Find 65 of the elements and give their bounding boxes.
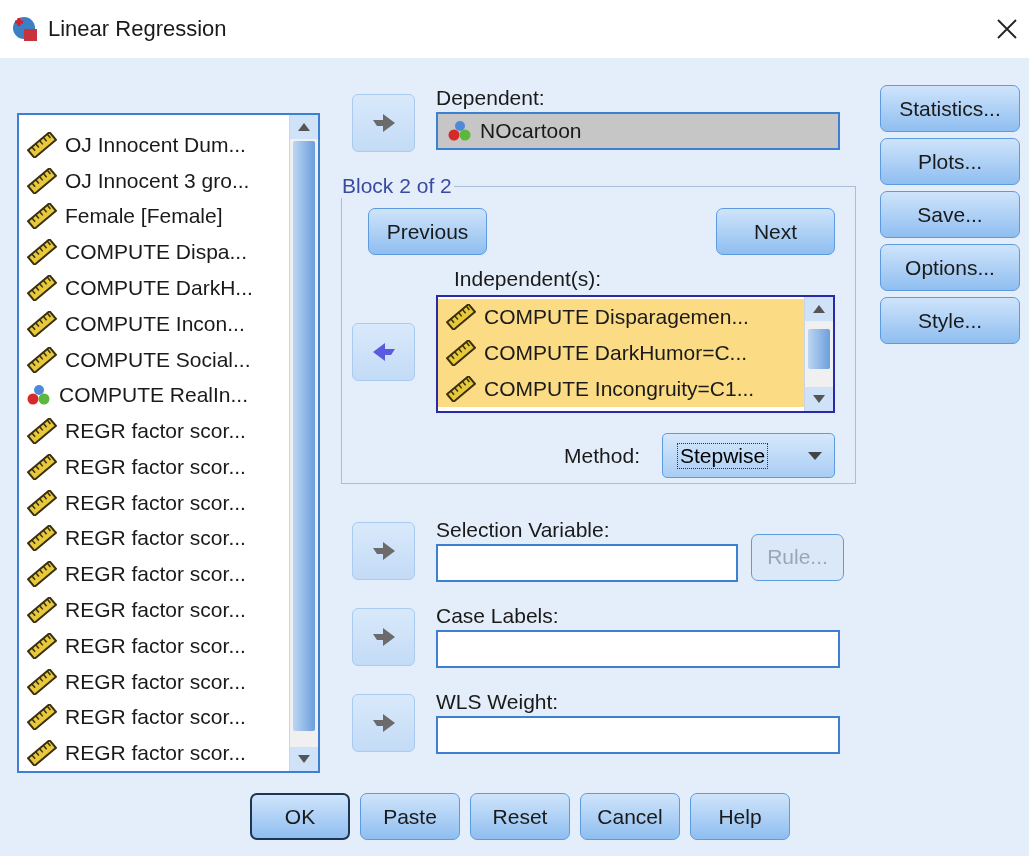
- down-arrow-icon: [298, 755, 310, 763]
- close-icon[interactable]: [997, 19, 1017, 39]
- variable-item[interactable]: COMPUTE DarkHumor=C...: [438, 335, 804, 371]
- variable-list[interactable]: [17, 113, 320, 773]
- variable-item[interactable]: COMPUTE Social...: [19, 341, 289, 378]
- independents-label: Independent(s):: [453, 267, 603, 291]
- variable-item[interactable]: COMPUTE Incongruity=C1...: [438, 371, 804, 407]
- variable-item[interactable]: COMPUTE RealIn...: [19, 377, 289, 414]
- variable-item[interactable]: REGR factor scor...: [19, 699, 289, 736]
- dependent-value: NOcartoon: [480, 119, 582, 143]
- three-balls-icon: [448, 120, 472, 142]
- independents-list[interactable]: COMPUTE Disparagemen... COMPUTE DarkHumor=C... COMPUTE Incongruity=C1...: [436, 295, 835, 413]
- move-arrow-button[interactable]: [352, 323, 415, 381]
- variable-item[interactable]: REGR factor scor...: [19, 449, 289, 485]
- field-label: Case Labels:: [436, 604, 560, 628]
- next-button[interactable]: Next: [716, 208, 835, 255]
- scrollbar[interactable]: [289, 115, 318, 771]
- variable-item[interactable]: COMPUTE Dispa...: [19, 234, 289, 271]
- window-title: Linear Regression: [48, 16, 228, 42]
- move-arrow-button[interactable]: [352, 608, 415, 666]
- app-icon: [12, 16, 38, 42]
- move-arrow-button[interactable]: [352, 94, 415, 152]
- side-button[interactable]: Plots...: [880, 138, 1020, 185]
- input-field[interactable]: [436, 716, 840, 754]
- three-balls-icon: [27, 384, 51, 407]
- variable-item[interactable]: COMPUTE DarkH...: [19, 270, 289, 306]
- side-button[interactable]: Options...: [880, 244, 1020, 291]
- down-arrow-icon: [813, 395, 825, 403]
- variable-item[interactable]: OJ Innocent 3 gro...: [19, 162, 289, 199]
- dialog-button[interactable]: Paste: [360, 793, 460, 840]
- caret-icon: [808, 451, 822, 460]
- variable-item[interactable]: REGR factor scor...: [19, 592, 289, 628]
- variable-item[interactable]: REGR factor scor...: [19, 520, 289, 557]
- side-button[interactable]: Save...: [880, 191, 1020, 238]
- move-arrow-button[interactable]: [352, 522, 415, 580]
- side-button[interactable]: Style...: [880, 297, 1020, 344]
- variable-item[interactable]: COMPUTE Disparagemen...: [438, 299, 804, 335]
- dependent-label: Dependent:: [436, 86, 546, 110]
- variable-item[interactable]: Female [Female]: [19, 198, 289, 235]
- up-arrow-icon: [813, 305, 825, 313]
- scrollbar[interactable]: [804, 297, 833, 411]
- variable-item[interactable]: REGR factor scor...: [19, 556, 289, 593]
- method-label: Method:: [564, 443, 640, 468]
- variable-item[interactable]: REGR factor scor...: [19, 663, 289, 700]
- block-title: Block 2 of 2: [341, 174, 453, 198]
- dialog-button[interactable]: OK: [250, 793, 350, 840]
- dependent-field[interactable]: NOcartoon: [436, 112, 840, 150]
- variable-item[interactable]: REGR factor scor...: [19, 735, 289, 771]
- dialog-button[interactable]: Cancel: [580, 793, 680, 840]
- dialog-button[interactable]: Reset: [470, 793, 570, 840]
- previous-button[interactable]: Previous: [368, 208, 487, 255]
- up-arrow-icon: [298, 123, 310, 131]
- move-arrow-button[interactable]: [352, 694, 415, 752]
- field-label: WLS Weight:: [436, 690, 560, 714]
- variable-item[interactable]: OJ Innocent Dum...: [19, 127, 289, 163]
- input-field[interactable]: [436, 544, 738, 582]
- variable-item[interactable]: COMPUTE Incon...: [19, 305, 289, 342]
- variable-item[interactable]: REGR factor scor...: [19, 627, 289, 664]
- dialog-button[interactable]: Help: [690, 793, 790, 840]
- side-button[interactable]: Statistics...: [880, 85, 1020, 132]
- input-field[interactable]: [436, 630, 840, 668]
- variable-item[interactable]: REGR factor scor...: [19, 413, 289, 450]
- field-label: Selection Variable:: [436, 518, 611, 542]
- method-dropdown[interactable]: Stepwise: [662, 433, 835, 478]
- variable-item[interactable]: REGR factor scor...: [19, 484, 289, 521]
